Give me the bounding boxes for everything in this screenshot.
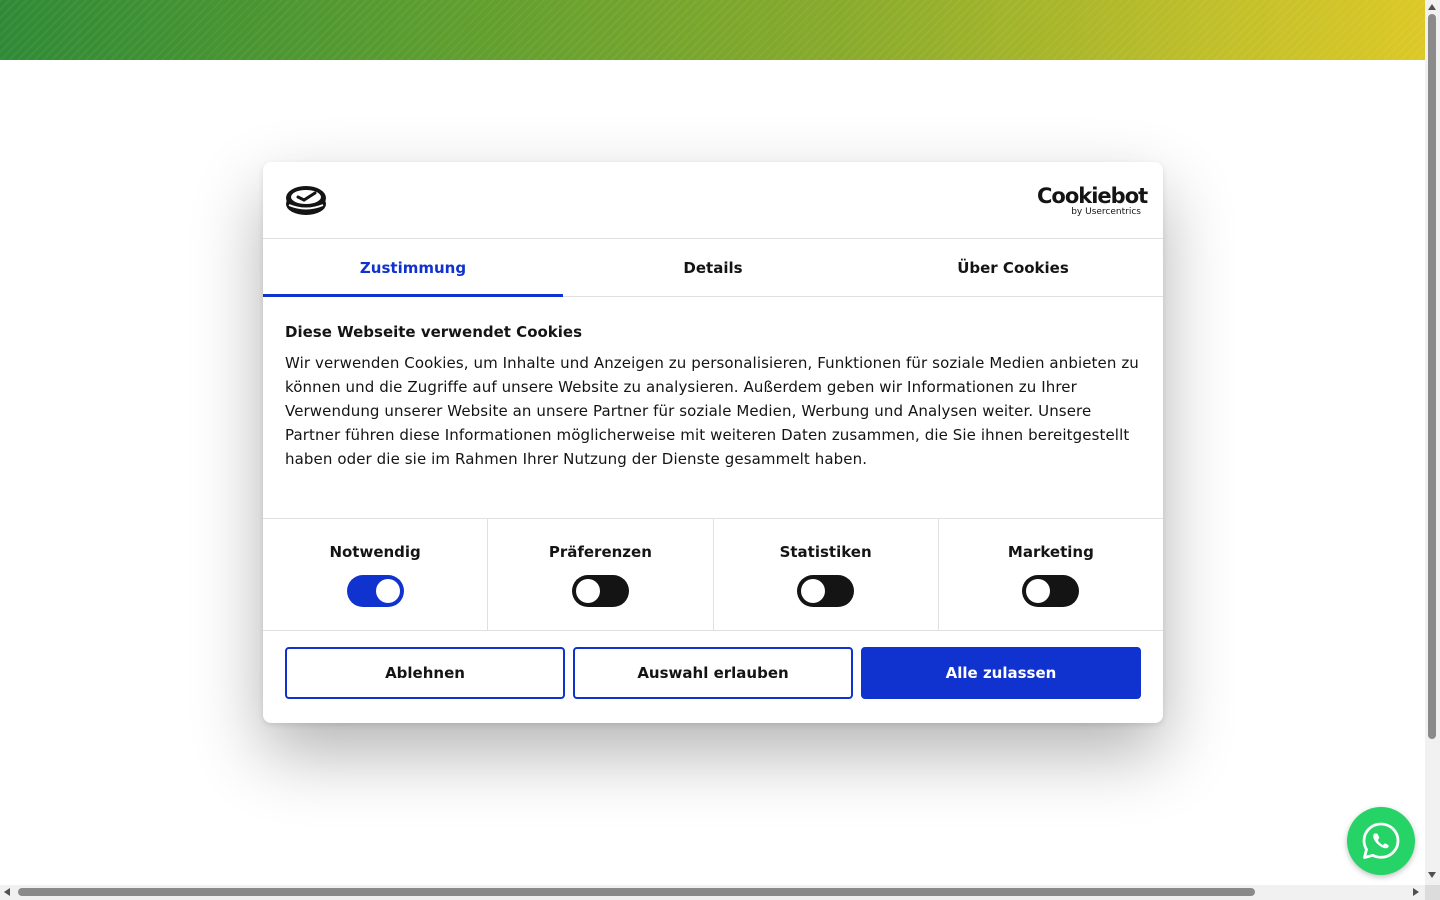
toggle-knob <box>575 579 600 603</box>
dialog-header: Cookiebot by Usercentrics <box>263 162 1163 239</box>
tab-ueber-cookies[interactable]: Über Cookies <box>863 239 1163 296</box>
tab-details[interactable]: Details <box>563 239 863 296</box>
allow-selection-button[interactable]: Auswahl erlauben <box>573 647 853 699</box>
toggle-label-preferences: Präferenzen <box>548 543 652 561</box>
dialog-actions: Ablehnen Auswahl erlauben Alle zulassen <box>263 631 1163 699</box>
scroll-down-arrow-icon[interactable] <box>1428 872 1436 878</box>
dialog-title: Diese Webseite verwendet Cookies <box>285 323 583 341</box>
dialog-body: Diese Webseite verwendet Cookies Wir ver… <box>263 297 1163 519</box>
horizontal-scrollbar[interactable] <box>0 885 1425 900</box>
toggle-marketing[interactable] <box>1022 575 1080 607</box>
toggle-label-necessary: Notwendig <box>329 543 421 561</box>
vertical-scrollbar[interactable] <box>1425 0 1440 885</box>
dialog-tabs: Zustimmung Details Über Cookies <box>263 239 1163 297</box>
toggle-knob <box>801 579 826 603</box>
toggle-group-statistics: Statistiken <box>714 519 939 630</box>
header-banner <box>0 0 1425 60</box>
cookiebot-logo[interactable]: Cookiebot by Usercentrics <box>1037 184 1148 218</box>
allow-all-button[interactable]: Alle zulassen <box>861 647 1141 699</box>
toggle-necessary[interactable] <box>346 575 404 607</box>
vertical-scroll-thumb[interactable] <box>1428 14 1436 739</box>
scrollbar-corner <box>1425 885 1440 900</box>
scroll-left-arrow-icon[interactable] <box>4 888 10 896</box>
tab-zustimmung[interactable]: Zustimmung <box>263 239 563 297</box>
dialog-description: Wir verwenden Cookies, um Inhalte und An… <box>285 354 1139 468</box>
whatsapp-chat-button[interactable] <box>1347 807 1415 875</box>
whatsapp-icon <box>1362 822 1400 859</box>
toggle-preferences[interactable] <box>571 575 629 607</box>
toggle-group-necessary: Notwendig <box>263 519 489 630</box>
consent-toggles: Notwendig Präferenzen Statistiken Market… <box>263 519 1163 631</box>
toggle-label-statistics: Statistiken <box>779 543 872 561</box>
toggle-statistics[interactable] <box>797 575 855 607</box>
horizontal-scroll-thumb[interactable] <box>18 888 1255 896</box>
toggle-group-preferences: Präferenzen <box>488 519 714 630</box>
toggle-knob <box>375 579 400 603</box>
toggle-knob <box>1026 579 1051 603</box>
toggle-group-marketing: Marketing <box>939 519 1163 630</box>
scroll-right-arrow-icon[interactable] <box>1413 888 1419 896</box>
scroll-up-arrow-icon[interactable] <box>1428 4 1436 10</box>
cookiebot-wordmark: Cookiebot <box>1037 184 1148 208</box>
brand-logo-icon <box>286 186 326 215</box>
toggle-label-marketing: Marketing <box>1007 543 1094 561</box>
cookiebot-byline: by Usercentrics <box>1071 207 1141 217</box>
cookie-consent-dialog: Cookiebot by Usercentrics Zustimmung Det… <box>263 162 1163 723</box>
reject-button[interactable]: Ablehnen <box>285 647 565 699</box>
